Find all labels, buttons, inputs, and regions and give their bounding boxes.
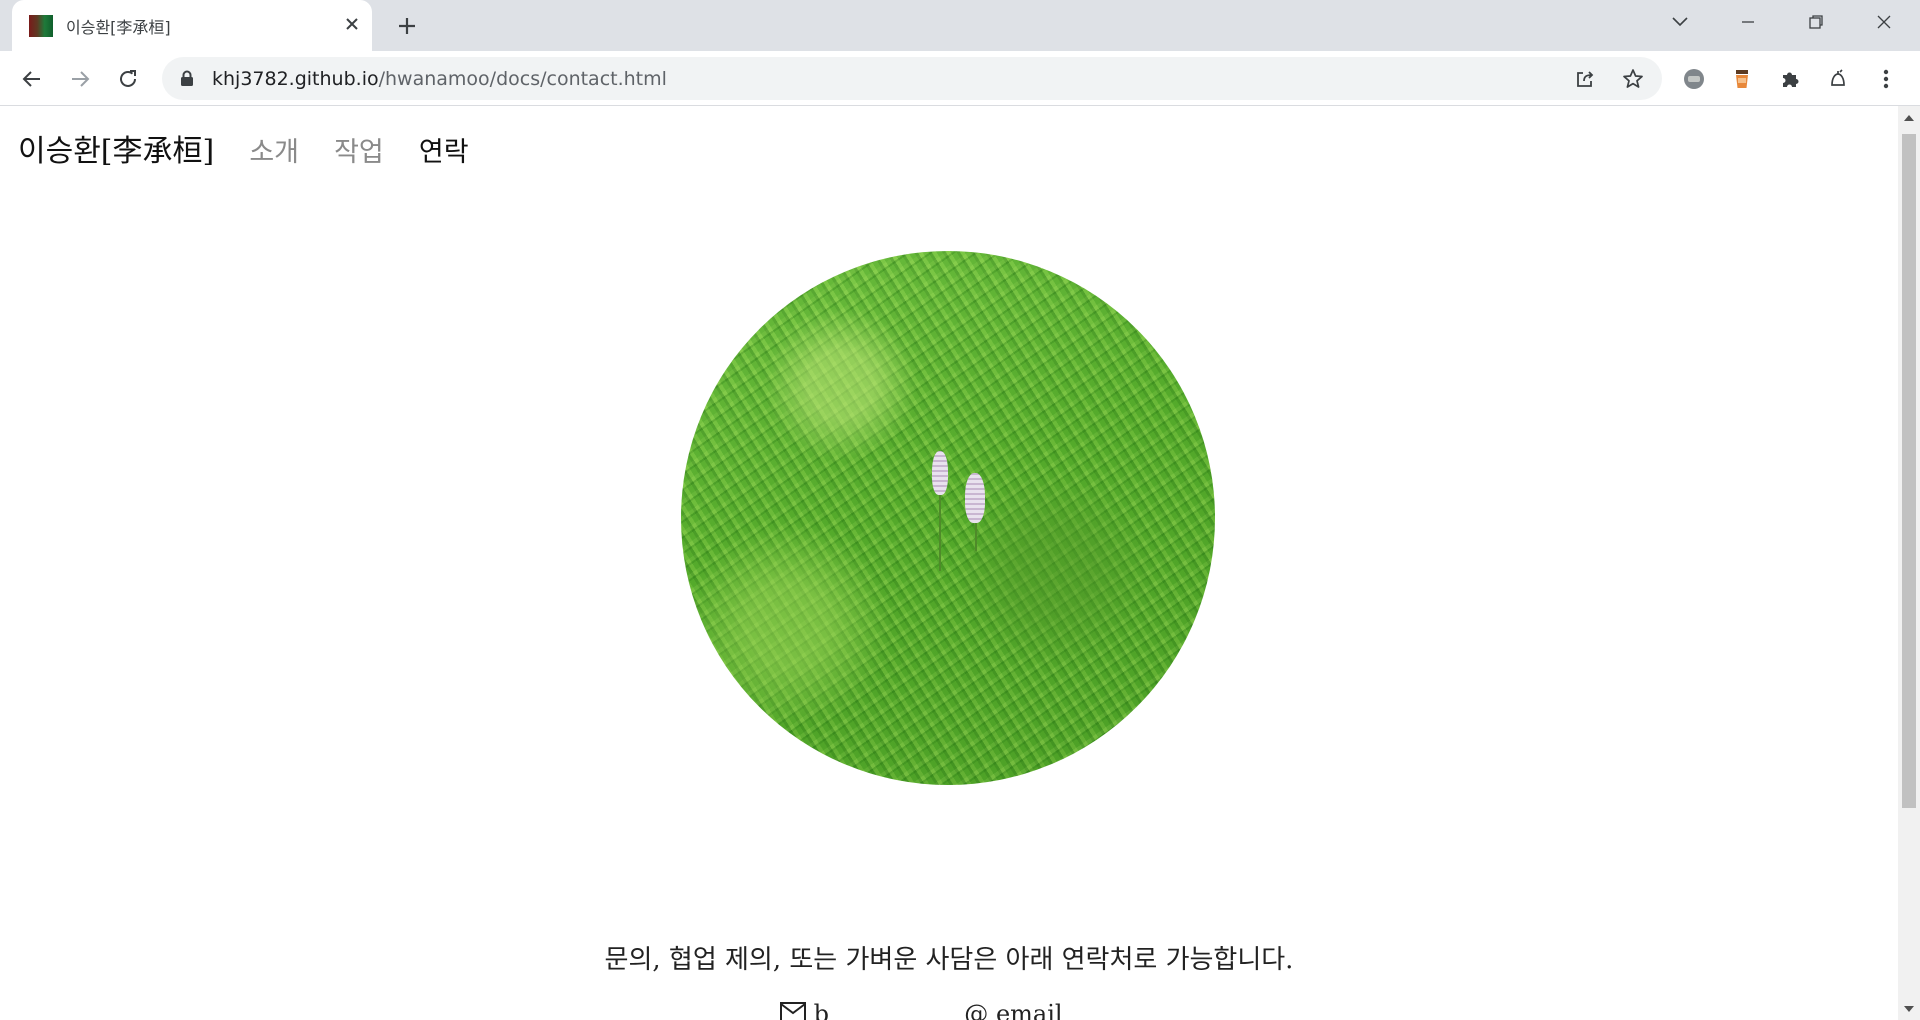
site-brand[interactable]: 이승환[李承桓] <box>18 134 214 169</box>
site-nav: 이승환[李承桓] 소개 작업 연락 <box>18 126 469 170</box>
mail-link-label[interactable]: b <box>814 1000 829 1020</box>
contact-message: 문의, 협업 제의, 또는 가벼운 사담은 아래 연락처로 가능합니다. <box>604 945 1294 975</box>
page-viewport: 이승환[李承桓] 소개 작업 연락 문의, 협업 제의, 또는 가벼운 사담은 … <box>0 106 1898 1020</box>
forward-icon[interactable] <box>62 61 98 97</box>
reload-icon[interactable] <box>110 61 146 97</box>
contact-links: b @ email <box>780 1000 1063 1020</box>
scroll-up-arrow-icon[interactable] <box>1898 108 1920 126</box>
new-tab-icon[interactable] <box>390 9 424 43</box>
page-scrollbar[interactable] <box>1898 106 1920 1020</box>
coffee-extension-icon[interactable] <box>1728 65 1756 93</box>
browser-tab-active[interactable]: 이승환[李承桓] <box>12 0 372 51</box>
nav-link-about[interactable]: 소개 <box>249 137 299 168</box>
kebab-menu-icon[interactable] <box>1872 65 1900 93</box>
tab-title: 이승환[李承桓] <box>66 18 171 37</box>
url-host: khj3782.github.io <box>212 68 379 90</box>
nav-link-contact[interactable]: 연락 <box>419 137 469 168</box>
flower-spike <box>932 451 948 495</box>
scrollbar-thumb[interactable] <box>1902 134 1916 808</box>
share-icon[interactable] <box>1572 66 1598 92</box>
flower-spike <box>965 473 985 523</box>
tab-close-icon[interactable] <box>338 10 366 38</box>
url-text[interactable]: khj3782.github.io/hwanamoo/docs/contact.… <box>212 68 667 90</box>
star-icon[interactable] <box>1620 66 1646 92</box>
url-path: /hwanamoo/docs/contact.html <box>378 68 667 90</box>
site-favicon-icon <box>29 15 53 37</box>
puzzle-icon[interactable] <box>1776 65 1804 93</box>
restore-icon[interactable] <box>1786 0 1846 44</box>
minimize-icon[interactable] <box>1718 0 1778 44</box>
back-icon[interactable] <box>14 61 50 97</box>
browser-toolbar: khj3782.github.io/hwanamoo/docs/contact.… <box>0 51 1920 106</box>
address-bar[interactable]: khj3782.github.io/hwanamoo/docs/contact.… <box>162 57 1662 100</box>
bell-extension-icon[interactable] <box>1824 65 1852 93</box>
scroll-down-arrow-icon[interactable] <box>1898 1000 1920 1018</box>
tab-search-chevron-icon[interactable] <box>1650 0 1710 44</box>
tab-strip: 이승환[李承桓] <box>0 0 1920 51</box>
close-window-icon[interactable] <box>1854 0 1914 44</box>
grass-photo <box>681 251 1215 785</box>
at-icon[interactable]: @ <box>964 1000 988 1020</box>
lock-icon[interactable] <box>180 70 194 91</box>
email-link-label[interactable]: email <box>996 1000 1063 1020</box>
nav-link-work[interactable]: 작업 <box>334 137 384 168</box>
dnl-extension-icon[interactable] <box>1680 65 1708 93</box>
mail-icon[interactable] <box>780 1000 814 1020</box>
